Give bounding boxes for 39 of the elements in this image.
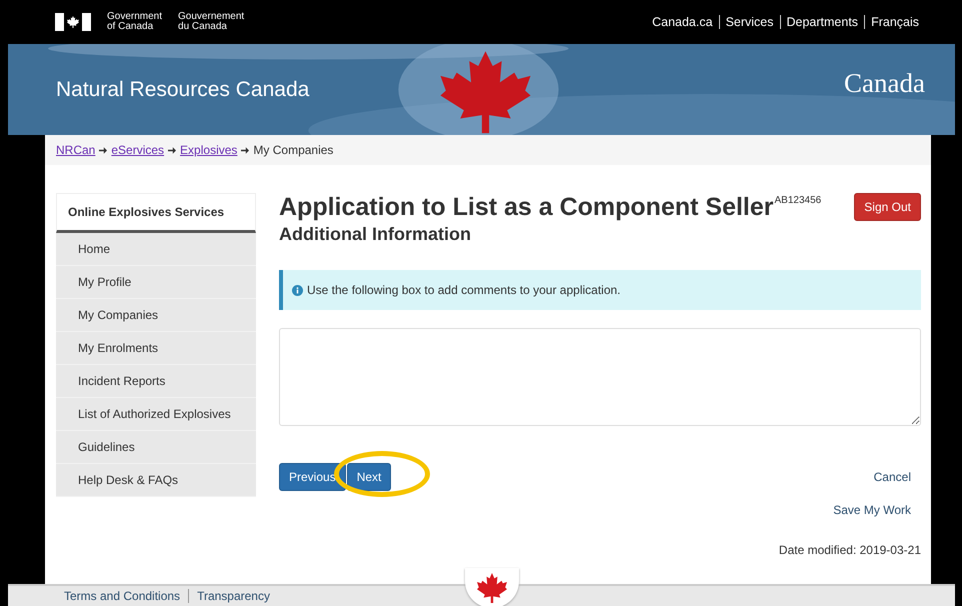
government-name: Government of Canada (107, 12, 162, 32)
government-name-french: Gouvernement du Canada (178, 12, 244, 32)
flag-icon (55, 13, 91, 31)
next-button[interactable]: Next (346, 463, 392, 491)
maple-leaf-icon (477, 573, 507, 603)
sidebar-item[interactable]: Help Desk & FAQs (56, 464, 256, 497)
site-title: Natural Resources Canada (56, 78, 310, 102)
previous-button[interactable]: Previous (279, 463, 346, 491)
top-nav-link[interactable]: Français (864, 15, 925, 29)
arrow-icon (241, 146, 250, 154)
breadcrumb-link[interactable]: Explosives (180, 143, 238, 157)
sidebar-item[interactable]: My Companies (56, 299, 256, 332)
sidebar-item[interactable]: Home (56, 233, 256, 266)
breadcrumb-link[interactable]: NRCan (56, 143, 96, 157)
sidebar-item[interactable]: My Profile (56, 266, 256, 299)
sidebar-item[interactable]: Guidelines (56, 431, 256, 464)
arrow-icon (168, 146, 176, 154)
footer-link[interactable]: Terms and Conditions (56, 589, 188, 603)
date-modified: Date modified: 2019-03-21 (778, 543, 921, 557)
top-nav-link[interactable]: Canada.ca (646, 15, 719, 29)
footer-link[interactable]: Transparency (188, 589, 278, 603)
top-nav-link[interactable]: Services (718, 15, 780, 29)
user-id: AB123456 (774, 195, 822, 206)
sidebar-item[interactable]: My Enrolments (56, 332, 256, 365)
save-link[interactable]: Save My Work (833, 503, 911, 517)
breadcrumb-current: My Companies (253, 143, 334, 157)
page-title: Application to List as a Component Seller (279, 193, 774, 222)
canada-wordmark: Canada (844, 68, 925, 99)
info-icon (292, 284, 303, 296)
section-heading: Additional Information (279, 224, 472, 245)
sign-out-button[interactable]: Sign Out (854, 193, 921, 221)
sidebar-item[interactable]: Incident Reports (56, 365, 256, 398)
cancel-link[interactable]: Cancel (874, 470, 911, 484)
comments-field[interactable] (279, 328, 921, 426)
arrow-icon (99, 146, 108, 154)
breadcrumb-link[interactable]: eServices (111, 143, 164, 157)
sidebar-item[interactable]: List of Authorized Explosives (56, 398, 256, 431)
info-text: Use the following box to add comments to your application. (307, 283, 621, 297)
top-nav-link[interactable]: Departments (780, 15, 864, 29)
